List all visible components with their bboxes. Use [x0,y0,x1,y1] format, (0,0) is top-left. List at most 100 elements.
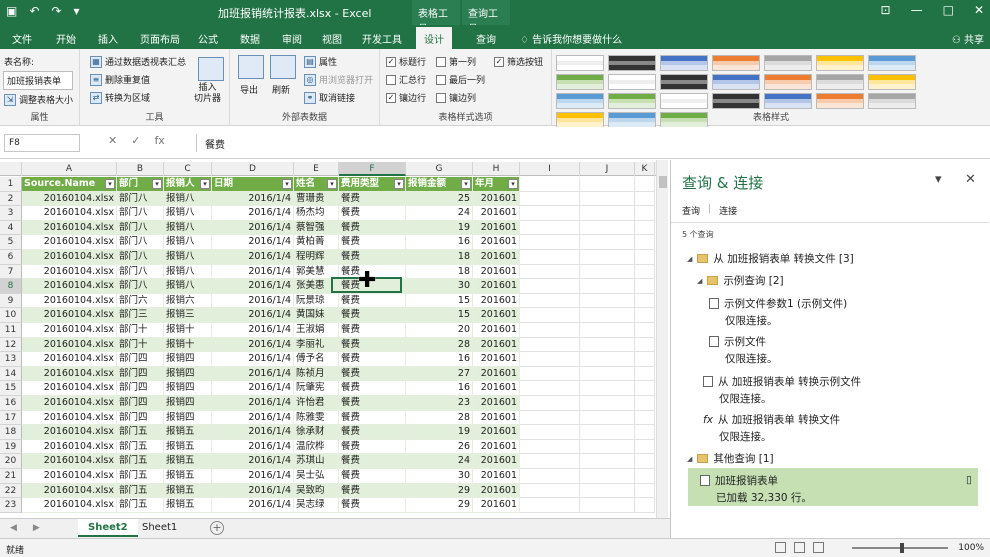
empty-cell[interactable] [635,235,655,250]
table-cell[interactable]: 部门五 [117,469,164,484]
table-style-swatch[interactable] [764,93,812,109]
table-cell[interactable]: 201601 [473,279,520,294]
refresh-button[interactable]: 刷新 [272,83,290,96]
empty-cell[interactable] [635,191,655,207]
table-cell[interactable]: 部门八 [117,264,164,280]
table-cell[interactable]: 201601 [473,454,520,469]
empty-cell[interactable] [635,498,655,513]
table-cell[interactable]: 吴志绿 [294,498,339,513]
table-cell[interactable]: 张美惠 [294,279,339,294]
empty-cell[interactable] [520,469,580,484]
formula-input[interactable]: 餐费 [196,134,656,152]
table-cell[interactable]: 20160104.xlsx [22,396,117,411]
table-cell[interactable]: 温欣桦 [294,439,339,455]
table-cell[interactable]: 20160104.xlsx [22,308,117,323]
table-cell[interactable]: 201601 [473,293,520,309]
table-cell[interactable]: 报销五 [164,439,212,455]
table-header-cell[interactable]: ▾ 部门 [117,177,164,192]
empty-cell[interactable] [635,381,655,396]
table-cell[interactable]: 许怡君 [294,396,339,411]
table-cell[interactable]: 曹珊贵 [294,191,339,207]
query-item-transform-sample[interactable]: 从 加班报销表单 转换示例文件 [703,374,861,389]
table-cell[interactable]: 19 [406,425,473,440]
row-header[interactable]: 3 [0,206,22,221]
table-cell[interactable]: 2016/1/4 [212,396,294,411]
table-cell[interactable]: 徐承财 [294,425,339,440]
vertical-scrollbar[interactable] [656,160,668,518]
table-cell[interactable]: 部门八 [117,250,164,265]
table-cell[interactable]: 报销四 [164,366,212,382]
table-cell[interactable]: 2016/1/4 [212,206,294,221]
page-layout-view-icon[interactable] [794,542,805,553]
table-cell[interactable]: 201601 [473,235,520,250]
table-cell[interactable]: 201601 [473,264,520,280]
table-cell[interactable]: 餐费 [339,396,406,411]
table-cell[interactable]: 29 [406,483,473,499]
empty-cell[interactable] [580,323,635,338]
tab-developer[interactable]: 开发工具 [362,31,402,46]
table-cell[interactable]: 餐费 [339,454,406,469]
column-header[interactable]: G [406,162,473,176]
query-group-transform[interactable]: ◢ 从 加班报销表单 转换文件 [3] [687,251,854,266]
empty-cell[interactable] [635,454,655,469]
table-style-swatch[interactable] [608,74,656,90]
filter-dropdown-icon[interactable]: ▾ [508,179,518,189]
empty-cell[interactable] [520,439,580,455]
table-cell[interactable]: 部门六 [117,293,164,309]
empty-cell[interactable] [520,396,580,411]
table-cell[interactable]: 餐费 [339,381,406,396]
tab-review[interactable]: 审阅 [282,31,302,46]
table-cell[interactable]: 餐费 [339,220,406,236]
empty-cell[interactable] [520,177,580,192]
table-cell[interactable]: 2016/1/4 [212,235,294,250]
empty-cell[interactable] [635,337,655,353]
table-cell[interactable]: 201601 [473,498,520,513]
query-item-overtime-form[interactable]: 加班报销表单 [700,473,778,488]
pivot-summary-button[interactable]: ▦ 通过数据透视表汇总 [90,55,186,68]
row-header[interactable]: 15 [0,381,22,396]
query-item-selected[interactable]: 加班报销表单 已加载 32,330 行。 ▯ [688,468,978,506]
table-cell[interactable]: 部门十 [117,337,164,353]
row-header[interactable]: 19 [0,439,22,455]
table-cell[interactable]: 201601 [473,250,520,265]
empty-cell[interactable] [635,293,655,309]
table-cell[interactable]: 餐费 [339,323,406,338]
table-cell[interactable]: 20160104.xlsx [22,366,117,382]
remove-duplicates-button[interactable]: ≡ 删除重复值 [90,73,150,86]
empty-cell[interactable] [520,498,580,513]
first-column-checkbox[interactable]: 第一列 [436,55,476,68]
empty-cell[interactable] [580,381,635,396]
table-cell[interactable]: 报销四 [164,396,212,411]
empty-cell[interactable] [520,381,580,396]
table-cell[interactable]: 15 [406,293,473,309]
tell-me-search[interactable]: ♢ 告诉我你想要做什么 [520,31,622,46]
table-cell[interactable]: 部门八 [117,279,164,294]
sheet-doc-icon[interactable]: ▯ [966,474,972,486]
filter-dropdown-icon[interactable]: ▾ [394,179,404,189]
table-cell[interactable]: 部门三 [117,308,164,323]
filter-dropdown-icon[interactable]: ▾ [152,179,162,189]
table-cell[interactable]: 部门五 [117,439,164,455]
table-cell[interactable]: 201601 [473,483,520,499]
empty-cell[interactable] [520,352,580,367]
worksheet-grid[interactable]: ABCDEFGHIJK 1 ▾ Source.Name ▾ 部门 ▾ 报销人 ▾ 日期 ▾ 姓名 ▾ 费… [0,160,670,518]
empty-cell[interactable] [580,235,635,250]
tab-view[interactable]: 视图 [322,31,342,46]
table-style-swatch[interactable] [608,93,656,109]
empty-cell[interactable] [580,396,635,411]
table-cell[interactable]: 2016/1/4 [212,439,294,455]
column-header[interactable]: C [164,162,212,176]
row-header[interactable]: 4 [0,220,22,236]
empty-cell[interactable] [520,235,580,250]
filter-dropdown-icon[interactable]: ▾ [461,179,471,189]
table-cell[interactable]: 20160104.xlsx [22,469,117,484]
empty-cell[interactable] [520,279,580,294]
table-cell[interactable]: 报销四 [164,410,212,426]
table-style-swatch[interactable] [868,74,916,90]
table-cell[interactable]: 20160104.xlsx [22,454,117,469]
filter-dropdown-icon[interactable]: ▾ [105,179,115,189]
sheet-tab-sheet1[interactable]: Sheet1 [132,519,187,537]
table-style-swatch[interactable] [712,74,760,90]
banded-rows-checkbox[interactable]: ✓ 镶边行 [386,91,426,104]
table-cell[interactable]: 部门四 [117,396,164,411]
